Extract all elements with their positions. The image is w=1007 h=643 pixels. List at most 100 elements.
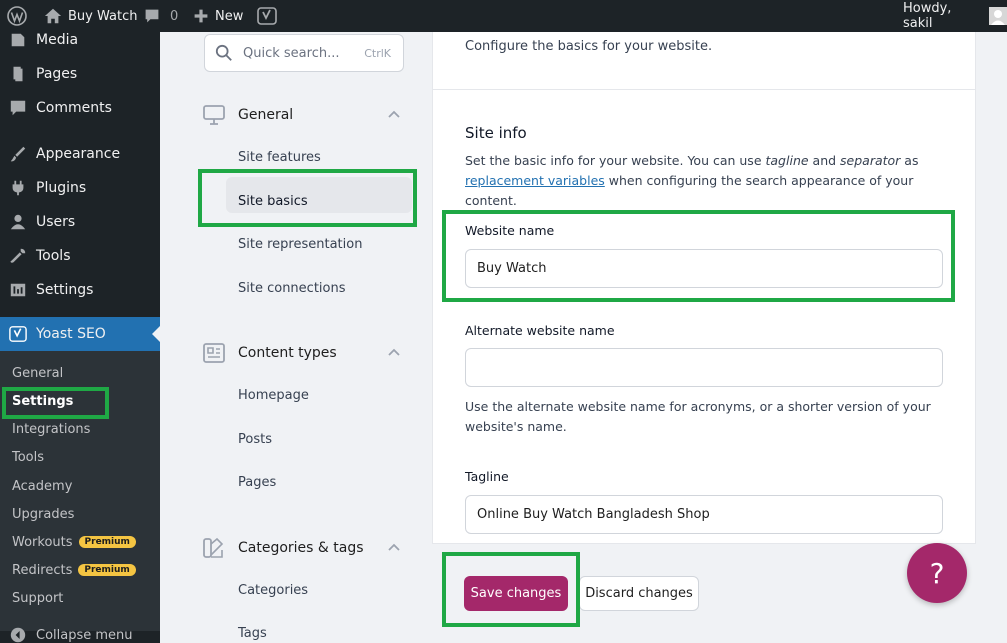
- nav-link-site-features-label: Site features: [238, 149, 321, 165]
- website-name-label: Website name: [465, 223, 555, 238]
- color-swatch-icon: [203, 537, 224, 558]
- chevron-up-icon: [388, 110, 400, 118]
- section-divider: [433, 89, 975, 90]
- quick-search-placeholder: Quick search...: [243, 45, 340, 61]
- user-account-link[interactable]: Howdy, sakil: [903, 0, 1007, 32]
- submenu-upgrades[interactable]: Upgrades: [12, 504, 74, 524]
- nav-group-general[interactable]: General: [202, 103, 402, 127]
- submenu-settings[interactable]: Settings: [12, 391, 73, 411]
- nav-link-pages-label: Pages: [238, 474, 277, 490]
- submenu-upgrades-label: Upgrades: [12, 506, 75, 522]
- submenu-general-label: General: [12, 365, 64, 381]
- alternate-name-help: Use the alternate website name for acron…: [465, 399, 931, 434]
- menu-comments-label: Comments: [36, 100, 112, 116]
- submenu-integrations-label: Integrations: [12, 421, 91, 437]
- nav-link-site-representation-label: Site representation: [238, 236, 363, 252]
- nav-link-site-basics-label: Site basics: [238, 193, 308, 209]
- nav-link-homepage-label: Homepage: [238, 387, 309, 403]
- menu-pages-label: Pages: [36, 66, 78, 82]
- nav-group-content-types-label: Content types: [238, 345, 337, 361]
- desktop-icon: [203, 105, 225, 125]
- nav-link-site-features[interactable]: Site features: [238, 147, 321, 167]
- submenu-academy[interactable]: Academy: [12, 476, 72, 496]
- menu-pages[interactable]: Pages: [0, 57, 160, 91]
- submenu-integrations[interactable]: Integrations: [12, 419, 90, 439]
- comments-count: 0: [170, 8, 179, 24]
- menu-yoast-seo[interactable]: Yoast SEO: [0, 317, 160, 351]
- section-description: Set the basic info for your website. You…: [465, 151, 945, 211]
- nav-link-posts[interactable]: Posts: [238, 429, 272, 449]
- discard-changes-button[interactable]: Discard changes: [579, 576, 699, 611]
- nav-group-content-types[interactable]: Content types: [202, 341, 402, 365]
- section-desc-separator: separator: [840, 153, 901, 168]
- users-icon: [0, 213, 36, 231]
- avatar: [989, 7, 1007, 25]
- yoast-settings-nav: Quick search... CtrlK General Site featu…: [160, 32, 432, 643]
- menu-appearance[interactable]: Appearance: [0, 137, 160, 171]
- menu-tools-label: Tools: [36, 248, 71, 264]
- tagline-input[interactable]: [465, 495, 943, 534]
- collapse-menu-label: Collapse menu: [36, 627, 133, 643]
- submenu-tools-label: Tools: [12, 449, 45, 465]
- nav-link-tags[interactable]: Tags: [238, 623, 267, 643]
- nav-link-posts-label: Posts: [238, 431, 272, 447]
- nav-link-pages[interactable]: Pages: [238, 472, 276, 492]
- alternate-name-input[interactable]: [465, 348, 943, 387]
- save-changes-button[interactable]: Save changes: [464, 576, 568, 611]
- menu-comments[interactable]: Comments: [0, 91, 160, 125]
- menu-plugins[interactable]: Plugins: [0, 171, 160, 205]
- section-desc-as: as: [900, 153, 919, 168]
- page-intro: Configure the basics for your website.: [465, 39, 713, 54]
- premium-badge: Premium: [78, 536, 136, 548]
- newspaper-icon: [203, 343, 225, 363]
- menu-yoast-label: Yoast SEO: [36, 326, 106, 342]
- submenu-workouts[interactable]: Workouts Premium: [12, 532, 136, 552]
- site-name: Buy Watch: [68, 8, 138, 24]
- media-icon: [0, 31, 36, 49]
- section-title: Site info: [465, 124, 527, 142]
- submenu-tools[interactable]: Tools: [12, 447, 44, 467]
- website-name-input[interactable]: [465, 249, 943, 288]
- menu-users-label: Users: [36, 214, 76, 230]
- menu-settings-label: Settings: [36, 282, 94, 298]
- quick-search-shortcut: CtrlK: [364, 46, 391, 60]
- submenu-settings-label: Settings: [12, 393, 74, 409]
- menu-users[interactable]: Users: [0, 205, 160, 239]
- settings-footer: Save changes Discard changes: [432, 543, 976, 643]
- submenu-support-label: Support: [12, 590, 64, 606]
- comments-icon: [0, 99, 36, 117]
- nav-group-categories-tags[interactable]: Categories & tags: [202, 536, 402, 560]
- collapse-arrow-icon: [0, 627, 36, 643]
- premium-badge: Premium: [78, 564, 136, 576]
- chevron-up-icon: [388, 543, 400, 551]
- yoast-adminbar-icon[interactable]: [257, 0, 277, 32]
- menu-plugins-label: Plugins: [36, 180, 87, 196]
- menu-settings[interactable]: Settings: [0, 273, 160, 307]
- collapse-menu-button[interactable]: Collapse menu: [0, 622, 160, 643]
- nav-link-site-representation[interactable]: Site representation: [238, 234, 362, 254]
- new-content-link[interactable]: New: [193, 0, 243, 32]
- comment-bubble-icon: [145, 9, 159, 23]
- menu-tools[interactable]: Tools: [0, 239, 160, 273]
- nav-link-categories[interactable]: Categories: [238, 580, 308, 600]
- nav-link-tags-label: Tags: [238, 625, 267, 641]
- replacement-variables-link[interactable]: replacement variables: [465, 173, 605, 188]
- nav-link-site-connections[interactable]: Site connections: [238, 278, 346, 298]
- submenu-workouts-label: Workouts: [12, 534, 73, 550]
- tagline-label: Tagline: [465, 469, 509, 484]
- submenu-general[interactable]: General: [12, 363, 63, 383]
- search-icon: [215, 44, 232, 61]
- pages-icon: [0, 65, 36, 83]
- submenu-support[interactable]: Support: [12, 588, 63, 608]
- nav-link-categories-label: Categories: [238, 582, 309, 598]
- yoast-submenu: General Settings Integrations Tools Acad…: [0, 351, 160, 631]
- quick-search-input[interactable]: Quick search... CtrlK: [204, 34, 404, 72]
- help-button[interactable]: ?: [907, 543, 967, 603]
- nav-link-site-basics[interactable]: Site basics: [238, 191, 308, 211]
- section-desc-tagline: tagline: [765, 153, 809, 168]
- menu-media[interactable]: Media: [0, 23, 160, 57]
- alternate-name-label: Alternate website name: [465, 323, 615, 338]
- plugins-icon: [0, 179, 36, 197]
- submenu-redirects[interactable]: Redirects Premium: [12, 560, 136, 580]
- nav-link-homepage[interactable]: Homepage: [238, 385, 309, 405]
